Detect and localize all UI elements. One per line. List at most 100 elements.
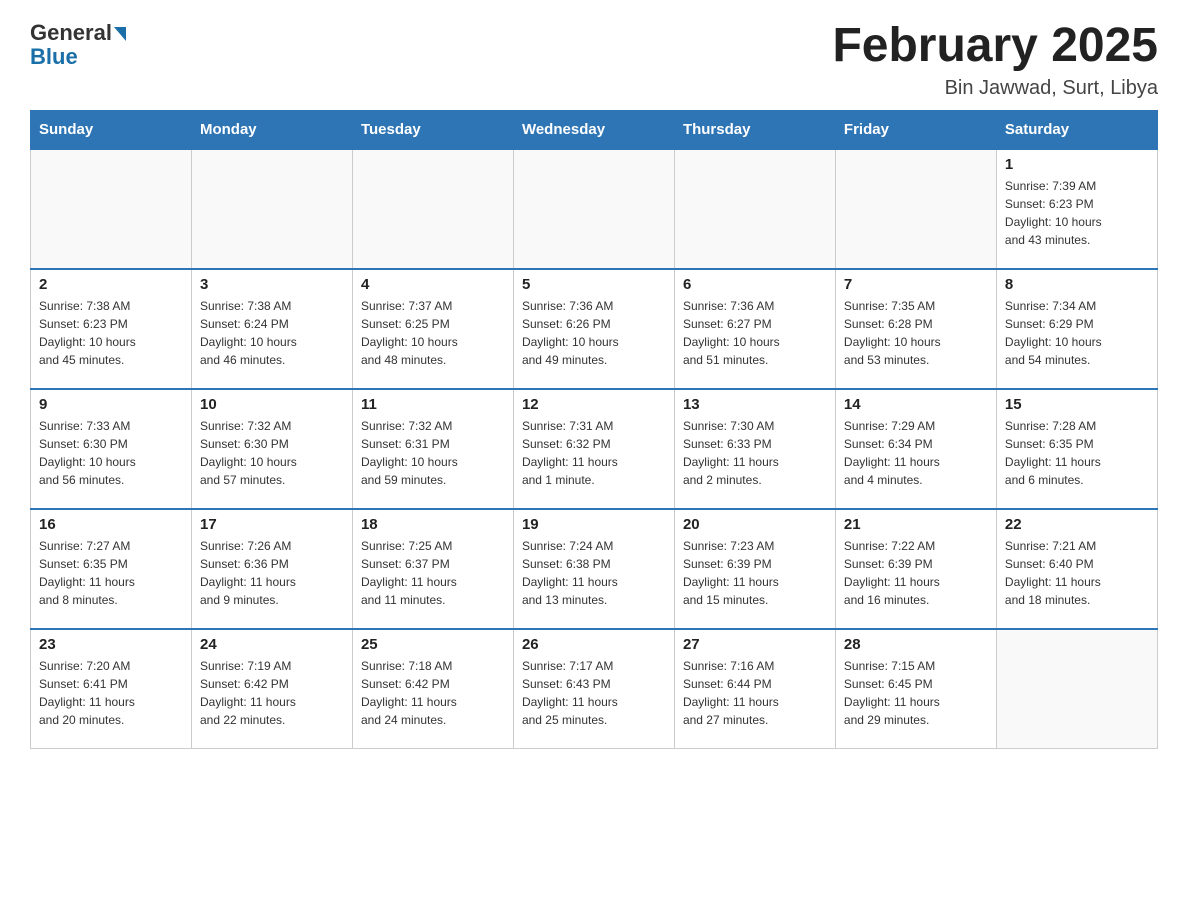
day-number: 1: [1005, 156, 1149, 173]
calendar-cell: 15Sunrise: 7:28 AMSunset: 6:35 PMDayligh…: [996, 389, 1157, 509]
month-title: February 2025: [832, 20, 1158, 73]
day-header-friday: Friday: [835, 110, 996, 149]
calendar-cell: [674, 149, 835, 269]
day-number: 2: [39, 276, 183, 293]
calendar-cell: 21 Sunrise: 7:22 AMSunset: 6:39 PMDayligh…: [835, 509, 996, 629]
calendar-cell: [996, 629, 1157, 749]
calendar-cell: 14 Sunrise: 7:29 AMSunset: 6:34 PMDayligh…: [835, 389, 996, 509]
calendar-cell: [513, 149, 674, 269]
day-info: Sunrise: 7:30 AMSunset: 6:33 PMDaylight:…: [683, 417, 827, 489]
day-info: Sunrise: 7:38 AMSunset: 6:23 PMDaylight:…: [39, 297, 183, 369]
calendar-cell: 3 Sunrise: 7:38 AMSunset: 6:24 PMDaylight…: [191, 269, 352, 389]
calendar-cell: [31, 149, 192, 269]
calendar-cell: 8 Sunrise: 7:34 AMSunset: 6:29 PMDaylight…: [996, 269, 1157, 389]
day-info: Sunrise: 7:32 AMSunset: 6:30 PMDaylight:…: [200, 417, 344, 489]
calendar-cell: 13 Sunrise: 7:30 AMSunset: 6:33 PMDayligh…: [674, 389, 835, 509]
day-number: 25: [361, 636, 505, 653]
day-info: Sunrise: 7:24 AMSunset: 6:38 PMDaylight:…: [522, 537, 666, 609]
day-number: 11: [361, 396, 505, 413]
day-info: Sunrise: 7:35 AMSunset: 6:28 PMDaylight:…: [844, 297, 988, 369]
day-info: Sunrise: 7:39 AMSunset: 6:23 PMDaylight:…: [1005, 177, 1149, 249]
day-number: 23: [39, 636, 183, 653]
day-header-monday: Monday: [191, 110, 352, 149]
day-number: 24: [200, 636, 344, 653]
logo: General Blue: [30, 20, 126, 70]
calendar-cell: 26Sunrise: 7:17 AMSunset: 6:43 PMDayligh…: [513, 629, 674, 749]
day-info: Sunrise: 7:33 AMSunset: 6:30 PMDaylight:…: [39, 417, 183, 489]
calendar-cell: 6 Sunrise: 7:36 AMSunset: 6:27 PMDaylight…: [674, 269, 835, 389]
week-row-1: 1 Sunrise: 7:39 AMSunset: 6:23 PMDaylight…: [31, 149, 1158, 269]
page-header: General Blue February 2025 Bin Jawwad, S…: [30, 20, 1158, 100]
calendar-cell: 25 Sunrise: 7:18 AMSunset: 6:42 PMDayligh…: [352, 629, 513, 749]
day-number: 12: [522, 396, 666, 413]
day-number: 14: [844, 396, 988, 413]
calendar-cell: 5Sunrise: 7:36 AMSunset: 6:26 PMDaylight…: [513, 269, 674, 389]
calendar-cell: 16 Sunrise: 7:27 AMSunset: 6:35 PMDayligh…: [31, 509, 192, 629]
day-number: 6: [683, 276, 827, 293]
calendar-cell: 9 Sunrise: 7:33 AMSunset: 6:30 PMDaylight…: [31, 389, 192, 509]
day-header-thursday: Thursday: [674, 110, 835, 149]
day-header-tuesday: Tuesday: [352, 110, 513, 149]
day-info: Sunrise: 7:29 AMSunset: 6:34 PMDaylight:…: [844, 417, 988, 489]
day-number: 16: [39, 516, 183, 533]
calendar-cell: 10 Sunrise: 7:32 AMSunset: 6:30 PMDayligh…: [191, 389, 352, 509]
calendar-cell: 27 Sunrise: 7:16 AMSunset: 6:44 PMDayligh…: [674, 629, 835, 749]
week-row-3: 9 Sunrise: 7:33 AMSunset: 6:30 PMDaylight…: [31, 389, 1158, 509]
week-row-2: 2 Sunrise: 7:38 AMSunset: 6:23 PMDaylight…: [31, 269, 1158, 389]
day-number: 4: [361, 276, 505, 293]
day-number: 5: [522, 276, 666, 293]
calendar-cell: 17 Sunrise: 7:26 AMSunset: 6:36 PMDayligh…: [191, 509, 352, 629]
day-info: Sunrise: 7:34 AMSunset: 6:29 PMDaylight:…: [1005, 297, 1149, 369]
week-row-4: 16 Sunrise: 7:27 AMSunset: 6:35 PMDayligh…: [31, 509, 1158, 629]
title-section: February 2025 Bin Jawwad, Surt, Libya: [832, 20, 1158, 100]
day-number: 7: [844, 276, 988, 293]
day-number: 19: [522, 516, 666, 533]
day-info: Sunrise: 7:19 AMSunset: 6:42 PMDaylight:…: [200, 657, 344, 729]
calendar-cell: 19 Sunrise: 7:24 AMSunset: 6:38 PMDayligh…: [513, 509, 674, 629]
day-number: 20: [683, 516, 827, 533]
day-info: Sunrise: 7:36 AMSunset: 6:27 PMDaylight:…: [683, 297, 827, 369]
calendar-cell: 1 Sunrise: 7:39 AMSunset: 6:23 PMDaylight…: [996, 149, 1157, 269]
day-number: 15: [1005, 396, 1149, 413]
day-info: Sunrise: 7:31 AMSunset: 6:32 PMDaylight:…: [522, 417, 666, 489]
day-number: 27: [683, 636, 827, 653]
calendar-cell: 23 Sunrise: 7:20 AMSunset: 6:41 PMDayligh…: [31, 629, 192, 749]
calendar-header-row: SundayMondayTuesdayWednesdayThursdayFrid…: [31, 110, 1158, 149]
day-info: Sunrise: 7:38 AMSunset: 6:24 PMDaylight:…: [200, 297, 344, 369]
calendar-cell: 18Sunrise: 7:25 AMSunset: 6:37 PMDayligh…: [352, 509, 513, 629]
day-number: 10: [200, 396, 344, 413]
calendar-cell: 20Sunrise: 7:23 AMSunset: 6:39 PMDayligh…: [674, 509, 835, 629]
day-info: Sunrise: 7:22 AMSunset: 6:39 PMDaylight:…: [844, 537, 988, 609]
day-info: Sunrise: 7:15 AMSunset: 6:45 PMDaylight:…: [844, 657, 988, 729]
week-row-5: 23 Sunrise: 7:20 AMSunset: 6:41 PMDayligh…: [31, 629, 1158, 749]
location-title: Bin Jawwad, Surt, Libya: [832, 77, 1158, 100]
day-number: 9: [39, 396, 183, 413]
day-info: Sunrise: 7:20 AMSunset: 6:41 PMDaylight:…: [39, 657, 183, 729]
logo-general-text: General: [30, 20, 112, 46]
day-header-saturday: Saturday: [996, 110, 1157, 149]
day-info: Sunrise: 7:16 AMSunset: 6:44 PMDaylight:…: [683, 657, 827, 729]
day-number: 8: [1005, 276, 1149, 293]
calendar-cell: [352, 149, 513, 269]
day-number: 13: [683, 396, 827, 413]
calendar-cell: 2 Sunrise: 7:38 AMSunset: 6:23 PMDaylight…: [31, 269, 192, 389]
calendar-cell: 24 Sunrise: 7:19 AMSunset: 6:42 PMDayligh…: [191, 629, 352, 749]
day-info: Sunrise: 7:18 AMSunset: 6:42 PMDaylight:…: [361, 657, 505, 729]
day-number: 3: [200, 276, 344, 293]
day-info: Sunrise: 7:21 AMSunset: 6:40 PMDaylight:…: [1005, 537, 1149, 609]
day-number: 22: [1005, 516, 1149, 533]
calendar-cell: [191, 149, 352, 269]
calendar-table: SundayMondayTuesdayWednesdayThursdayFrid…: [30, 110, 1158, 750]
calendar-cell: 4Sunrise: 7:37 AMSunset: 6:25 PMDaylight…: [352, 269, 513, 389]
logo-arrow-icon: [114, 27, 126, 41]
day-number: 17: [200, 516, 344, 533]
calendar-cell: 28 Sunrise: 7:15 AMSunset: 6:45 PMDayligh…: [835, 629, 996, 749]
day-number: 21: [844, 516, 988, 533]
day-info: Sunrise: 7:26 AMSunset: 6:36 PMDaylight:…: [200, 537, 344, 609]
calendar-cell: 7 Sunrise: 7:35 AMSunset: 6:28 PMDaylight…: [835, 269, 996, 389]
day-number: 18: [361, 516, 505, 533]
day-header-wednesday: Wednesday: [513, 110, 674, 149]
day-info: Sunrise: 7:27 AMSunset: 6:35 PMDaylight:…: [39, 537, 183, 609]
calendar-cell: 22 Sunrise: 7:21 AMSunset: 6:40 PMDayligh…: [996, 509, 1157, 629]
day-number: 28: [844, 636, 988, 653]
